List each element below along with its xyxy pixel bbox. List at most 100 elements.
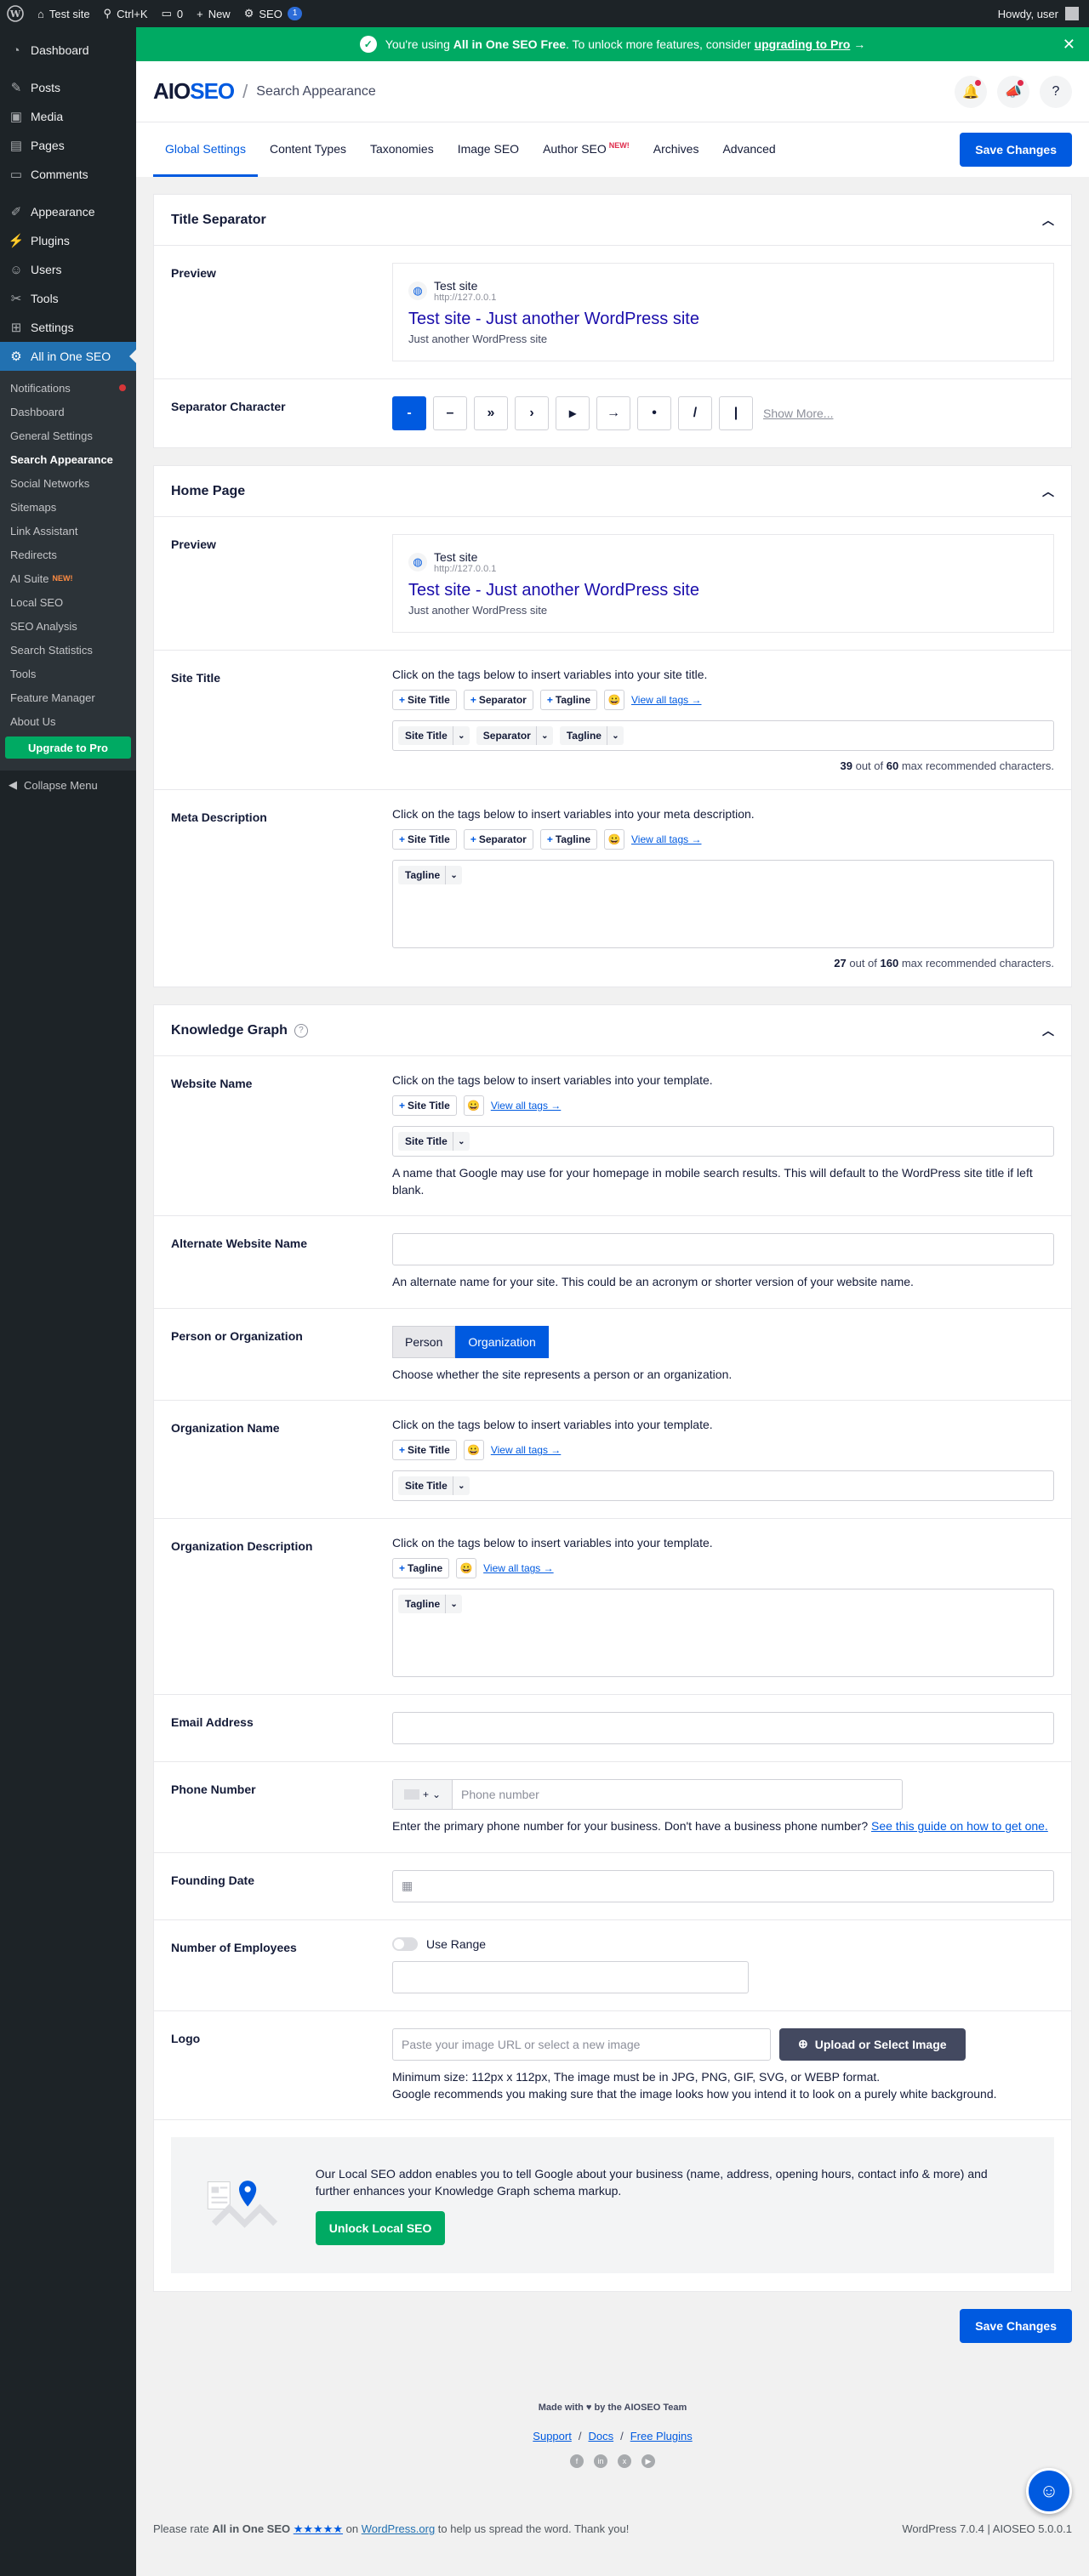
rating-stars-link[interactable]: ★★★★★ <box>294 2522 343 2535</box>
insert-tagline-tag[interactable]: + Tagline <box>539 690 597 710</box>
unlock-local-seo-button[interactable]: Unlock Local SEO <box>315 2211 446 2246</box>
submenu-social-networks[interactable]: Social Networks <box>0 471 136 495</box>
save-changes-button[interactable]: Save Changes <box>960 2309 1072 2344</box>
insert-tagline-tag[interactable]: + Tagline <box>392 1558 450 1579</box>
separator-option[interactable]: - <box>392 396 426 430</box>
facebook-icon[interactable]: f <box>570 2454 584 2469</box>
sidebar-item-all-in-one-seo[interactable]: ⚙ All in One SEO <box>0 342 136 371</box>
view-all-tags-link[interactable]: View all tags → <box>491 1444 561 1456</box>
megaphone-icon[interactable]: 📣 <box>997 75 1029 108</box>
view-all-tags-link[interactable]: View all tags → <box>631 833 701 845</box>
site-title-input[interactable]: Site Title ⌄ Separator ⌄ Tagline ⌄ <box>392 720 1054 751</box>
tab-advanced[interactable]: Advanced <box>710 122 787 177</box>
support-link[interactable]: Support <box>533 2430 572 2442</box>
insert-site-title-tag[interactable]: + Site Title <box>392 829 457 850</box>
emoji-picker-icon[interactable]: 😀 <box>456 1558 477 1579</box>
submenu-ai-suite[interactable]: AI Suite NEW! <box>0 566 136 590</box>
sidebar-item-settings[interactable]: ⊞ Settings <box>0 313 136 342</box>
submenu-search-statistics[interactable]: Search Statistics <box>0 638 136 662</box>
upgrade-link[interactable]: upgrading to Pro <box>755 37 851 51</box>
phone-input[interactable]: Phone number <box>453 1780 902 1809</box>
tab-archives[interactable]: Archives <box>641 122 711 177</box>
sidebar-item-dashboard[interactable]: ◔ Dashboard <box>0 36 136 65</box>
separator-option[interactable]: | <box>719 396 753 430</box>
separator-option[interactable]: • <box>637 396 671 430</box>
collapse-menu-button[interactable]: ◀ Collapse Menu <box>0 771 136 799</box>
view-all-tags-link[interactable]: View all tags → <box>491 1100 561 1112</box>
submenu-seo-analysis[interactable]: SEO Analysis <box>0 614 136 638</box>
aioseo-mascot-icon[interactable]: ☺ <box>1026 2468 1072 2514</box>
sidebar-item-tools[interactable]: ✂ Tools <box>0 284 136 313</box>
docs-link[interactable]: Docs <box>588 2430 613 2442</box>
phone-number-field[interactable]: + ⌄ Phone number <box>392 1779 903 1811</box>
use-range-toggle[interactable] <box>392 1936 418 1951</box>
sidebar-item-posts[interactable]: ✎ Posts <box>0 73 136 102</box>
insert-site-title-tag[interactable]: + Site Title <box>392 690 457 710</box>
linkedin-icon[interactable]: in <box>594 2454 607 2469</box>
separator-option[interactable]: / <box>678 396 712 430</box>
tab-content-types[interactable]: Content Types <box>258 122 358 177</box>
chevron-up-icon[interactable]: ︿ <box>1042 212 1054 229</box>
submenu-notifications[interactable]: Notifications <box>0 376 136 400</box>
separator-option[interactable]: – <box>433 396 467 430</box>
save-changes-button[interactable]: Save Changes <box>960 133 1072 167</box>
person-option[interactable]: Person <box>392 1325 456 1358</box>
emoji-picker-icon[interactable]: 😀 <box>463 1095 484 1116</box>
upgrade-to-pro-button[interactable]: Upgrade to Pro <box>5 736 131 759</box>
meta-description-input[interactable]: Tagline ⌄ <box>392 860 1054 948</box>
submenu-sitemaps[interactable]: Sitemaps <box>0 495 136 519</box>
sidebar-item-comments[interactable]: ▭ Comments <box>0 160 136 189</box>
email-field[interactable] <box>392 1712 1054 1745</box>
wordpress-logo-icon[interactable]: W <box>0 0 31 27</box>
new-content-link[interactable]: + New <box>190 0 237 27</box>
view-all-tags-link[interactable]: View all tags → <box>483 1562 553 1574</box>
number-of-employees-input[interactable] <box>392 1960 749 1993</box>
separator-option[interactable]: → <box>596 396 630 430</box>
organization-name-input[interactable]: Site Title ⌄ <box>392 1470 1054 1502</box>
insert-site-title-tag[interactable]: + Site Title <box>392 1440 457 1461</box>
x-icon[interactable]: x <box>618 2454 631 2469</box>
submenu-search-appearance[interactable]: Search Appearance <box>0 447 136 471</box>
sidebar-item-pages[interactable]: ▤ Pages <box>0 131 136 160</box>
site-name-link[interactable]: ⌂ Test site <box>31 0 97 27</box>
command-palette-link[interactable]: ⚲ Ctrl+K <box>97 0 155 27</box>
free-plugins-link[interactable]: Free Plugins <box>630 2430 693 2442</box>
submenu-local-seo[interactable]: Local SEO <box>0 590 136 614</box>
emoji-picker-icon[interactable]: 😀 <box>604 690 624 710</box>
submenu-about-us[interactable]: About Us <box>0 709 136 733</box>
phone-guide-link[interactable]: See this guide on how to get one. <box>871 1819 1048 1833</box>
close-icon[interactable]: ✕ <box>1063 36 1075 54</box>
notifications-bell-icon[interactable]: 🔔 <box>955 75 987 108</box>
founding-date-picker[interactable]: ▦ <box>392 1869 1054 1902</box>
help-icon[interactable]: ? <box>1040 75 1072 108</box>
insert-tagline-tag[interactable]: + Tagline <box>539 829 597 850</box>
comments-link[interactable]: ▭ 0 <box>155 0 191 27</box>
sidebar-item-users[interactable]: ☺ Users <box>0 255 136 284</box>
tab-image-seo[interactable]: Image SEO <box>446 122 531 177</box>
seo-menu-link[interactable]: ⚙ SEO 1 <box>237 0 310 27</box>
organization-option[interactable]: Organization <box>455 1325 549 1358</box>
insert-separator-tag[interactable]: + Separator <box>463 690 533 710</box>
sidebar-item-appearance[interactable]: ✐ Appearance <box>0 197 136 226</box>
insert-site-title-tag[interactable]: + Site Title <box>392 1095 457 1116</box>
show-more-link[interactable]: Show More... <box>763 407 833 420</box>
emoji-picker-icon[interactable]: 😀 <box>463 1440 484 1461</box>
sidebar-item-media[interactable]: ▣ Media <box>0 102 136 131</box>
logo-url-input[interactable]: Paste your image URL or select a new ima… <box>392 2027 771 2061</box>
organization-description-input[interactable]: Tagline ⌄ <box>392 1589 1054 1678</box>
upload-image-button[interactable]: ⊕ Upload or Select Image <box>779 2027 966 2061</box>
youtube-icon[interactable]: ▶ <box>641 2454 655 2469</box>
submenu-tools[interactable]: Tools <box>0 662 136 685</box>
sidebar-item-plugins[interactable]: ⚡ Plugins <box>0 226 136 255</box>
website-name-input[interactable]: Site Title ⌄ <box>392 1126 1054 1157</box>
separator-option[interactable]: › <box>515 396 549 430</box>
tab-taxonomies[interactable]: Taxonomies <box>358 122 446 177</box>
help-icon[interactable]: ? <box>294 1023 308 1038</box>
country-code-select[interactable]: + ⌄ <box>393 1780 453 1810</box>
separator-option[interactable]: » <box>474 396 508 430</box>
submenu-dashboard[interactable]: Dashboard <box>0 400 136 424</box>
alternate-website-name-input[interactable] <box>392 1233 1054 1266</box>
separator-option[interactable]: ▸ <box>556 396 590 430</box>
submenu-redirects[interactable]: Redirects <box>0 543 136 566</box>
insert-separator-tag[interactable]: + Separator <box>463 829 533 850</box>
